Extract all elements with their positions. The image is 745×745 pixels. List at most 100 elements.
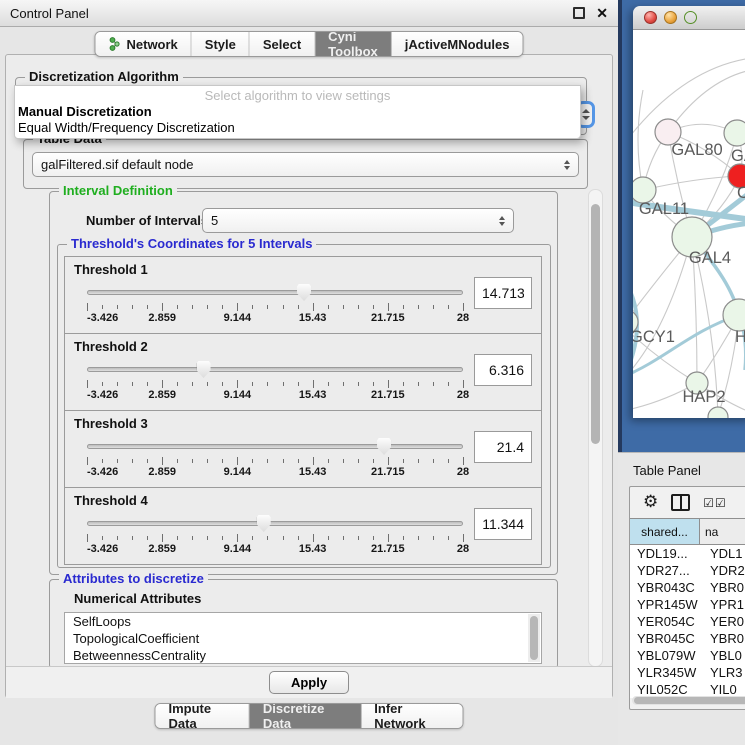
select-columns-icon[interactable]: ☑☑ xyxy=(703,496,727,510)
slider-track[interactable] xyxy=(87,290,463,295)
table-row[interactable]: YBR045CYBR0 xyxy=(630,630,745,647)
slider-track[interactable] xyxy=(87,367,463,372)
table-cell: YPR145W xyxy=(630,596,700,613)
slider-thumb[interactable] xyxy=(377,438,391,455)
tab-label: Style xyxy=(205,37,236,52)
network-window-titlebar xyxy=(633,6,745,30)
threshold-value-input[interactable] xyxy=(474,277,532,309)
network-icon xyxy=(108,37,120,51)
settings-scrollbar[interactable] xyxy=(588,189,603,667)
control-panel-titlebar: Control Panel ✕ xyxy=(0,0,618,27)
zoom-window-icon[interactable] xyxy=(684,11,697,24)
table-header-row: shared...na xyxy=(630,518,745,545)
attribute-item-topologicalcoefficient[interactable]: TopologicalCoefficient xyxy=(65,630,541,647)
tab-label: Network xyxy=(126,37,177,52)
slider-ticks xyxy=(87,456,463,465)
network-node-label: C xyxy=(737,184,745,202)
threshold-panel: Threshold 4-3.4262.8599.14415.4321.71528 xyxy=(64,487,542,565)
network-node-node-bottom[interactable] xyxy=(708,407,728,418)
tab-network[interactable]: Network xyxy=(95,32,191,56)
number-of-intervals-value: 5 xyxy=(211,213,218,228)
column-header-na[interactable]: na xyxy=(700,519,745,544)
table-cell: YDL19... xyxy=(630,545,700,562)
network-node-node-top-right[interactable] xyxy=(724,120,745,146)
table-cell: YBR0 xyxy=(700,630,745,647)
interval-definition-group-label: Interval Definition xyxy=(59,183,177,198)
column-layout-icon[interactable] xyxy=(671,494,690,511)
tab-discretize-data[interactable]: Discretize Data xyxy=(250,704,361,728)
float-window-icon[interactable] xyxy=(573,7,585,19)
algorithm-option-manual-discretization[interactable]: Manual Discretization xyxy=(15,104,580,120)
table-data-group: Table Data galFiltered.sif default node xyxy=(23,139,588,189)
network-node-label: HAP2 xyxy=(682,388,725,406)
table-row[interactable]: YBL079WYBL0 xyxy=(630,647,745,664)
threshold-value-input[interactable] xyxy=(474,431,532,463)
table-row[interactable]: YBR043CYBR0 xyxy=(630,579,745,596)
slider-tick-labels: -3.4262.8599.14415.4321.71528 xyxy=(87,543,463,557)
table-data-combo[interactable]: galFiltered.sif default node xyxy=(32,152,579,177)
table-cell: YBL079W xyxy=(630,647,700,664)
table-cell: YBR045C xyxy=(630,630,700,647)
network-view-window: GAL80GACGAL11GAL4GCY1HHAP2 xyxy=(633,6,745,418)
slider-tick-labels: -3.4262.8599.14415.4321.71528 xyxy=(87,466,463,480)
close-window-icon[interactable] xyxy=(644,11,657,24)
close-panel-icon[interactable]: ✕ xyxy=(596,6,608,20)
table-row[interactable]: YPR145WYPR1 xyxy=(630,596,745,613)
attributes-group: Attributes to discretize Numerical Attri… xyxy=(49,579,558,669)
network-node-node-right-mid[interactable] xyxy=(723,299,745,331)
slider-track[interactable] xyxy=(87,444,463,449)
list-scrollbar[interactable] xyxy=(528,614,540,662)
tab-label: Select xyxy=(263,37,301,52)
threshold-value-input[interactable] xyxy=(474,508,532,540)
network-edge xyxy=(638,90,643,190)
table-hscrollbar[interactable] xyxy=(632,696,745,705)
attribute-item-selfloops[interactable]: SelfLoops xyxy=(65,613,541,630)
network-node-label: GA xyxy=(731,147,745,165)
network-canvas[interactable]: GAL80GACGAL11GAL4GCY1HHAP2 xyxy=(633,30,745,418)
tab-impute-data[interactable]: Impute Data xyxy=(156,704,250,728)
algorithm-option-equal-width-frequency-discretization[interactable]: Equal Width/Frequency Discretization xyxy=(15,120,580,136)
tab-jactivemnodules[interactable]: jActiveMNodules xyxy=(392,32,523,56)
numerical-attributes-list[interactable]: SelfLoopsTopologicalCoefficientBetweenne… xyxy=(64,612,542,664)
slider-track[interactable] xyxy=(87,521,463,526)
table-row[interactable]: YDR27...YDR2 xyxy=(630,562,745,579)
apply-button[interactable]: Apply xyxy=(269,671,349,694)
tab-label: Infer Network xyxy=(374,703,449,729)
tab-style[interactable]: Style xyxy=(192,32,250,56)
threshold-value-input[interactable] xyxy=(474,354,532,386)
tab-cyni-toolbox[interactable]: Cyni Toolbox xyxy=(315,32,392,56)
algorithm-dropdown-hint: Select algorithm to view settings xyxy=(15,87,580,104)
threshold-slider[interactable]: -3.4262.8599.14415.4321.71528 xyxy=(87,283,463,329)
slider-tick-labels: -3.4262.8599.14415.4321.71528 xyxy=(87,312,463,326)
table-row[interactable]: YDL19...YDL1 xyxy=(630,545,745,562)
threshold-slider[interactable]: -3.4262.8599.14415.4321.71528 xyxy=(87,360,463,406)
number-of-intervals-combo[interactable]: 5 xyxy=(202,208,514,233)
slider-thumb[interactable] xyxy=(297,284,311,301)
slider-thumb[interactable] xyxy=(257,515,271,532)
slider-thumb[interactable] xyxy=(197,361,211,378)
discretization-algorithm-group-label: Discretization Algorithm xyxy=(25,69,183,84)
table-cell: YLR3 xyxy=(700,664,745,681)
table-panel: Table Panel ⚙ ☑☑ shared...na YDL19...YDL… xyxy=(618,452,745,745)
settings-scrollbar-thumb[interactable] xyxy=(591,204,600,444)
table-cell: YLR345W xyxy=(630,664,700,681)
threshold-slider[interactable]: -3.4262.8599.14415.4321.71528 xyxy=(87,437,463,483)
tab-select[interactable]: Select xyxy=(250,32,315,56)
tab-infer-network[interactable]: Infer Network xyxy=(361,704,462,728)
table-hscrollbar-thumb[interactable] xyxy=(634,697,745,704)
table-cell: YDR27... xyxy=(630,562,700,579)
list-scrollbar-thumb[interactable] xyxy=(530,616,538,660)
table-cell: YBR0 xyxy=(700,579,745,596)
minimize-window-icon[interactable] xyxy=(664,11,677,24)
column-header-shared-[interactable]: shared... xyxy=(630,519,700,544)
threshold-panel: Threshold 3-3.4262.8599.14415.4321.71528 xyxy=(64,410,542,488)
threshold-slider[interactable]: -3.4262.8599.14415.4321.71528 xyxy=(87,514,463,560)
network-node-label: GAL4 xyxy=(689,249,731,267)
tab-label: Impute Data xyxy=(169,703,236,729)
bottom-tab-bar: Impute Data Discretize Data Infer Network xyxy=(155,703,464,729)
table-row[interactable]: YLR345WYLR3 xyxy=(630,664,745,681)
node-table: ⚙ ☑☑ shared...na YDL19...YDL1YDR27...YDR… xyxy=(629,486,745,710)
attribute-item-betweennesscentrality[interactable]: BetweennessCentrality xyxy=(65,647,541,664)
gear-icon[interactable]: ⚙ xyxy=(643,494,658,511)
table-row[interactable]: YER054CYER0 xyxy=(630,613,745,630)
